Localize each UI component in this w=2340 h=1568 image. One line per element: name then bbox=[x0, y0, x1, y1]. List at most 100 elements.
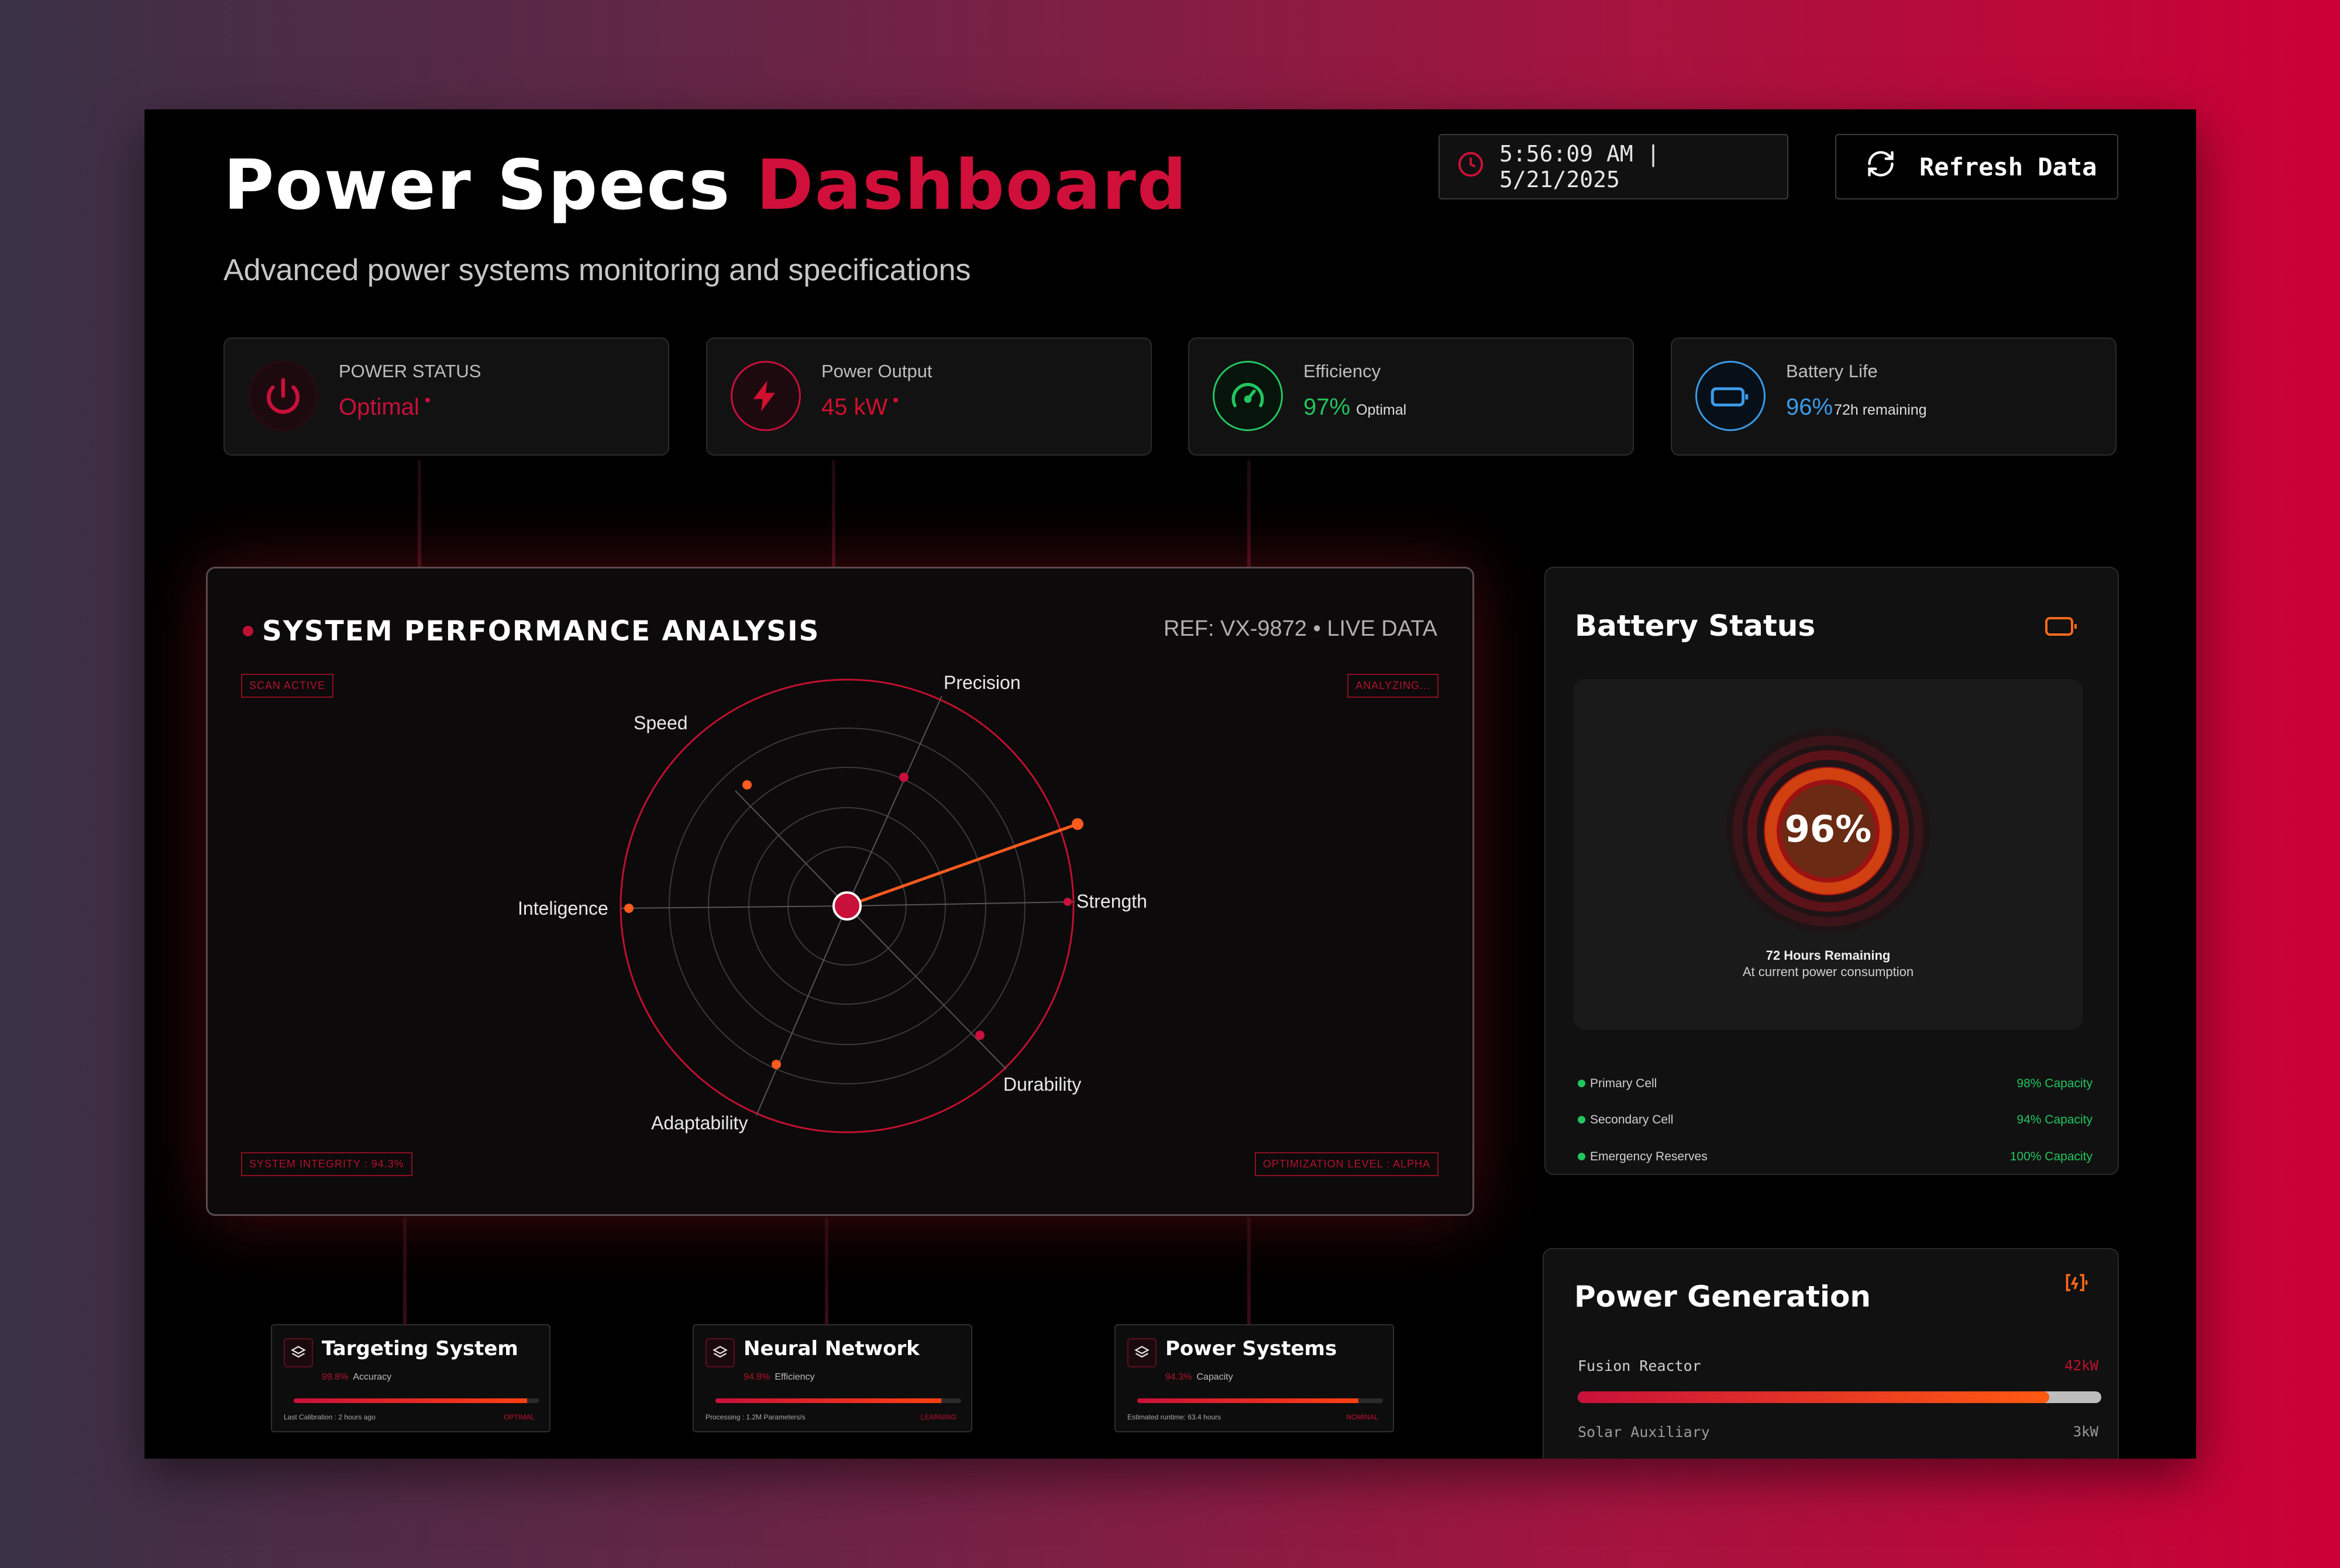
layers-icon bbox=[706, 1338, 735, 1367]
module-progress-fill bbox=[1137, 1398, 1358, 1403]
speedometer-icon bbox=[1213, 361, 1283, 431]
connector-line bbox=[825, 1218, 828, 1326]
generation-progress-bar bbox=[1578, 1391, 2101, 1403]
radar-axis-intelligence bbox=[620, 905, 848, 909]
battery-icon bbox=[1695, 361, 1766, 431]
status-dot bbox=[1578, 1153, 1585, 1160]
radar-point bbox=[624, 904, 634, 913]
status-dot bbox=[893, 398, 899, 402]
radar-point bbox=[1064, 898, 1072, 906]
refresh-icon bbox=[1866, 149, 1896, 185]
refresh-data-button[interactable]: Refresh Data bbox=[1835, 134, 2118, 199]
radar-point bbox=[772, 1060, 781, 1069]
battery-cell-row: Emergency Reserves 100% Capacity bbox=[1578, 1150, 2093, 1164]
status-dot bbox=[425, 398, 430, 402]
module-name: Power Systems bbox=[1165, 1337, 1337, 1360]
module-card-power-systems[interactable]: Power Systems 94.3% Capacity Estimated ru… bbox=[1114, 1324, 1394, 1432]
radar-label-intelligence: Inteligence bbox=[518, 898, 608, 919]
module-card-neural-network[interactable]: Neural Network 94.8% Efficiency Processin… bbox=[693, 1324, 972, 1432]
battery-gauge-area: 96% 72 Hours Remaining At current power … bbox=[1574, 679, 2083, 1030]
page-title: Power Specs Dashboard bbox=[223, 144, 1188, 225]
module-state: LEARNING bbox=[920, 1413, 956, 1421]
title-accent: Dashboard bbox=[756, 144, 1188, 225]
radar-axis-adaptability bbox=[756, 905, 848, 1116]
clock-text: 5:56:09 AM | 5/21/2025 bbox=[1499, 141, 1660, 192]
module-metric: 94.3% Capacity bbox=[1165, 1372, 1233, 1382]
module-name: Targeting System bbox=[322, 1337, 518, 1360]
performance-panel: SYSTEM PERFORMANCE ANALYSIS REF: VX-9872… bbox=[206, 567, 1474, 1216]
connector-line bbox=[832, 460, 835, 568]
battery-cell-row: Secondary Cell 94% Capacity bbox=[1578, 1113, 2093, 1127]
radar-label-adaptability: Adaptability bbox=[651, 1112, 748, 1133]
stat-label: Power Output bbox=[821, 361, 932, 381]
clock-icon bbox=[1457, 151, 1484, 183]
radar-label-speed: Speed bbox=[634, 712, 688, 733]
stat-label: Battery Life bbox=[1786, 361, 1878, 381]
radar-point bbox=[899, 773, 909, 782]
module-metric: 94.8% Efficiency bbox=[744, 1372, 815, 1382]
connector-line bbox=[1247, 460, 1251, 568]
stat-label: POWER STATUS bbox=[339, 361, 481, 381]
module-progress-bar bbox=[1137, 1398, 1383, 1403]
module-footnote: Estimated runtime: 63.4 hours bbox=[1127, 1413, 1221, 1421]
module-name: Neural Network bbox=[744, 1337, 920, 1360]
radar-scan-line bbox=[846, 822, 1078, 908]
battery-remaining: 72 Hours Remaining bbox=[1766, 948, 1891, 963]
radar-axis-durability bbox=[846, 905, 1007, 1070]
radar-axis-speed bbox=[735, 790, 848, 907]
stat-card-power-output[interactable]: Power Output 45 kW bbox=[706, 337, 1152, 456]
power-generation-panel: Power Generation Fusion Reactor 42kW Sol… bbox=[1543, 1248, 2119, 1459]
battery-title: Battery Status bbox=[1575, 609, 1816, 643]
radar-label-durability: Durability bbox=[1003, 1074, 1081, 1095]
page-subtitle: Advanced power systems monitoring and sp… bbox=[223, 253, 971, 287]
battery-icon bbox=[2045, 615, 2078, 641]
connector-line bbox=[403, 1218, 407, 1326]
battery-status-panel: Battery Status 96% 72 Hours Remaining At… bbox=[1544, 567, 2119, 1175]
generation-source-label: Fusion Reactor bbox=[1578, 1357, 1701, 1374]
module-footnote: Processing : 1.2M Parameters/s bbox=[706, 1413, 806, 1421]
generation-progress-fill bbox=[1578, 1391, 2049, 1403]
module-progress-bar bbox=[715, 1398, 961, 1403]
module-progress-fill bbox=[294, 1398, 527, 1403]
stat-value: 45 kW bbox=[821, 394, 899, 421]
stat-value: 96%72h remaining bbox=[1786, 394, 1927, 420]
radar-point bbox=[1072, 818, 1083, 830]
stat-value: Optimal bbox=[339, 394, 430, 421]
radar-center bbox=[832, 891, 862, 921]
power-icon bbox=[248, 361, 318, 431]
connector-line bbox=[418, 460, 421, 568]
battery-charging-icon bbox=[2064, 1271, 2090, 1297]
status-dot bbox=[1578, 1080, 1585, 1087]
module-metric: 99.8% Accuracy bbox=[322, 1372, 392, 1382]
module-progress-fill bbox=[715, 1398, 942, 1403]
battery-cell-row: Primary Cell 98% Capacity bbox=[1578, 1077, 2093, 1091]
stat-card-efficiency[interactable]: Efficiency 97% Optimal bbox=[1188, 337, 1634, 456]
radar-axis-strength bbox=[846, 901, 1075, 907]
layers-icon bbox=[284, 1338, 313, 1367]
dashboard-window: Power Specs Dashboard Advanced power sys… bbox=[144, 109, 2196, 1459]
module-state: OPTIMAL bbox=[504, 1413, 535, 1421]
module-state: NOMINAL bbox=[1346, 1413, 1378, 1421]
lightning-icon bbox=[731, 361, 801, 431]
generation-title: Power Generation bbox=[1574, 1280, 1871, 1314]
module-card-targeting[interactable]: Targeting System 99.8% Accuracy Last Cali… bbox=[271, 1324, 550, 1432]
stat-note: Optimal bbox=[1356, 402, 1407, 418]
generation-source-label: Solar Auxiliary bbox=[1578, 1424, 1710, 1441]
clock-display: 5:56:09 AM | 5/21/2025 bbox=[1439, 134, 1788, 199]
stat-value: 97% Optimal bbox=[1303, 394, 1407, 420]
module-progress-bar bbox=[294, 1398, 539, 1403]
layers-icon bbox=[1127, 1338, 1157, 1367]
battery-percent: 96% bbox=[1784, 808, 1872, 850]
stat-card-power-status[interactable]: POWER STATUS Optimal bbox=[223, 337, 669, 456]
radar-chart: Precision Strength Durability Adaptabili… bbox=[518, 672, 1147, 1133]
stat-note: 72h remaining bbox=[1834, 402, 1927, 418]
radar-label-precision: Precision bbox=[944, 672, 1021, 693]
radar-point bbox=[975, 1031, 985, 1040]
battery-consumption: At current power consumption bbox=[1742, 964, 1914, 979]
title-main: Power Specs bbox=[223, 144, 731, 225]
refresh-label: Refresh Data bbox=[1919, 152, 2097, 181]
generation-source-value: 42kW bbox=[2064, 1357, 2098, 1374]
radar-axis-precision bbox=[846, 695, 942, 907]
module-footnote: Last Calibration : 2 hours ago bbox=[284, 1413, 376, 1421]
stat-card-battery-life[interactable]: Battery Life 96%72h remaining bbox=[1671, 337, 2117, 456]
